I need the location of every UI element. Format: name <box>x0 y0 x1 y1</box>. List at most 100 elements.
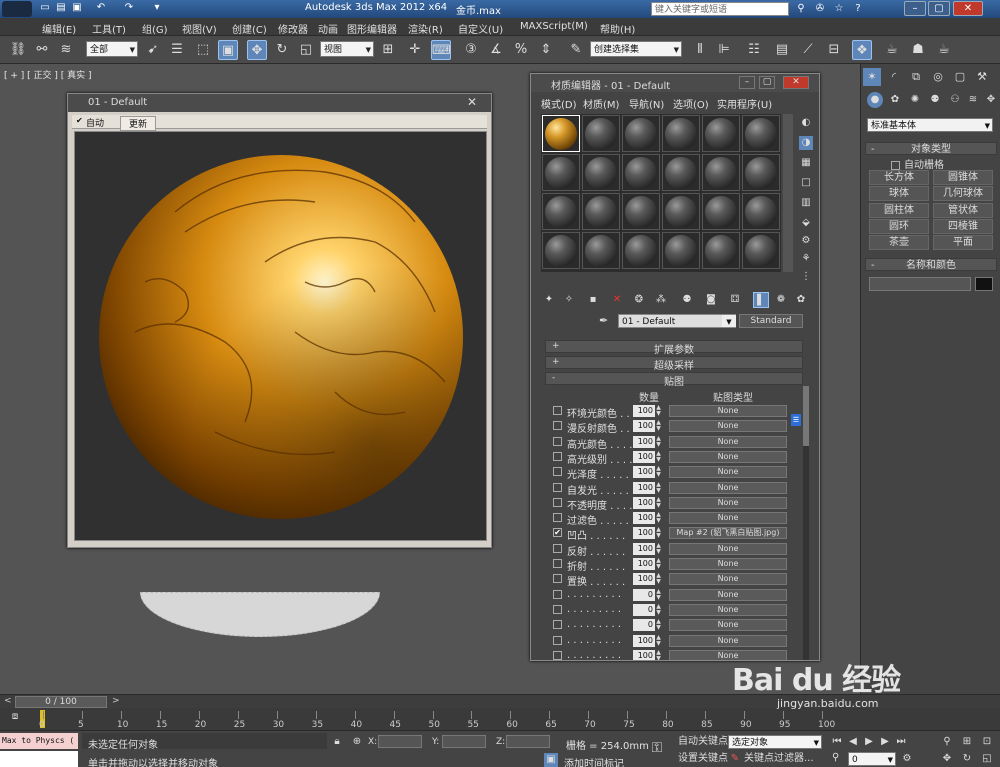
map-amount-spinner-icon[interactable]: ▲ ▼ <box>655 496 662 509</box>
map-amount-spinner-icon[interactable]: ▲ ▼ <box>655 450 662 463</box>
material-options-icon[interactable]: ⚙ <box>799 234 813 248</box>
zoom-icon[interactable]: ⚲ <box>940 735 954 749</box>
rollout-supersampling[interactable]: + 超级采样 <box>545 356 803 372</box>
maximize-button[interactable]: ▢ <box>928 1 950 16</box>
pick-from-object-icon[interactable]: ✿ <box>793 292 809 308</box>
mini-curve-editor-icon[interactable]: ⧈ <box>6 711 24 727</box>
map-enable-checkbox[interactable] <box>553 406 562 415</box>
edit-named-sets-icon[interactable]: ✎ <box>566 40 586 60</box>
lights-icon[interactable]: ✺ <box>907 92 923 108</box>
sample-slot[interactable] <box>582 232 620 269</box>
sample-slot[interactable] <box>742 115 780 152</box>
preview-canvas[interactable] <box>74 131 487 541</box>
auto-key-button[interactable]: 自动关键点 <box>678 735 728 749</box>
primitive-button[interactable]: 圆环 <box>869 218 929 234</box>
current-frame-field[interactable]: 0 <box>848 752 896 767</box>
named-selection-select[interactable]: 创建选择集 <box>590 41 682 58</box>
sample-slot[interactable] <box>662 115 700 152</box>
slot-scrollbar[interactable] <box>783 114 793 272</box>
space-warps-icon[interactable]: ≋ <box>965 92 981 108</box>
select-by-material-icon[interactable]: ⚘ <box>799 252 813 266</box>
star-icon[interactable]: ☆ <box>832 2 846 16</box>
maps-rollout-scroll-icon[interactable]: ☰ <box>791 414 801 426</box>
map-slot-button[interactable]: None <box>669 481 787 494</box>
render-setup-icon[interactable]: ☕ <box>882 40 902 60</box>
sample-slot[interactable] <box>542 232 580 269</box>
make-unique-icon[interactable]: ❂ <box>631 292 647 308</box>
select-object-icon[interactable]: ➹ <box>143 40 163 60</box>
auto-checkbox[interactable]: ✔ <box>76 116 83 125</box>
map-amount-spinner-icon[interactable]: ▲ ▼ <box>655 558 662 570</box>
pivot-center-icon[interactable]: ⊞ <box>378 40 398 60</box>
menu-help[interactable]: 帮助(H) <box>600 21 635 36</box>
map-slot-button[interactable]: None <box>669 542 787 555</box>
rendered-frame-icon[interactable]: ☗ <box>908 40 928 60</box>
go-to-end-icon[interactable]: ⏭ <box>894 735 908 749</box>
sample-slot[interactable] <box>662 193 700 230</box>
sample-type-icon[interactable]: ◐ <box>799 116 813 130</box>
map-slot-button[interactable]: None <box>669 512 787 525</box>
motion-tab-icon[interactable]: ◎ <box>929 68 947 86</box>
keyboard-shortcut-icon[interactable]: ⌨ <box>431 40 451 60</box>
sample-slot[interactable] <box>702 232 740 269</box>
map-enable-checkbox[interactable] <box>553 635 562 645</box>
map-amount-field[interactable]: 100 <box>633 558 655 570</box>
sample-slot[interactable] <box>582 193 620 230</box>
map-enable-checkbox[interactable] <box>553 650 562 660</box>
select-rotate-icon[interactable]: ↻ <box>272 40 292 60</box>
show-end-result-icon[interactable]: ⚃ <box>727 292 743 308</box>
schematic-view-icon[interactable]: ⊟ <box>824 40 844 60</box>
align-icon[interactable]: ⊫ <box>714 40 734 60</box>
display-tab-icon[interactable]: ▢ <box>951 68 969 86</box>
mat-menu-material[interactable]: 材质(M) <box>583 96 619 111</box>
menu-rendering[interactable]: 渲染(R) <box>408 21 443 36</box>
menu-maxscript[interactable]: MAXScript(M) <box>520 21 588 32</box>
map-amount-field[interactable]: 100 <box>633 420 655 433</box>
auto-grid-checkbox[interactable]: 自动栅格 <box>891 156 944 171</box>
map-slot-button[interactable]: None <box>669 435 787 448</box>
object-color-swatch[interactable] <box>975 277 993 291</box>
menu-create[interactable]: 创建(C) <box>232 21 267 36</box>
binoculars-icon[interactable]: ⚲ <box>794 2 808 16</box>
mirror-icon[interactable]: ⫴ <box>690 40 710 60</box>
eyedropper-icon[interactable]: ✒ <box>599 314 608 327</box>
sample-slot[interactable] <box>662 232 700 269</box>
select-by-name-icon[interactable]: ☰ <box>167 40 187 60</box>
sample-slot[interactable] <box>542 115 580 152</box>
menu-animation[interactable]: 动画 <box>318 21 338 36</box>
key-filters-button[interactable]: 关键点过滤器... <box>744 752 814 766</box>
sample-slot[interactable] <box>582 115 620 152</box>
map-enable-checkbox[interactable] <box>553 451 562 461</box>
preview-close-icon[interactable]: ✕ <box>467 95 477 109</box>
menu-modifiers[interactable]: 修改器 <box>278 21 308 36</box>
sample-slot[interactable] <box>702 154 740 191</box>
zoom-all-icon[interactable]: ⊞ <box>960 735 974 749</box>
map-amount-field[interactable]: 0 <box>633 619 655 632</box>
selection-lock-icon[interactable]: 🔒︎ <box>330 735 344 749</box>
material-type-button[interactable]: Standard <box>739 314 803 328</box>
z-coord-field[interactable] <box>506 735 550 748</box>
go-forward-sibling-icon[interactable]: ❁ <box>773 292 789 308</box>
map-slot-button[interactable]: None <box>669 558 787 570</box>
show-map-icon[interactable]: ◙ <box>703 292 719 308</box>
map-slot-button[interactable]: None <box>669 603 787 616</box>
map-amount-spinner-icon[interactable]: ▲ ▼ <box>655 573 662 585</box>
rollout-object-type[interactable]: - 对象类型 <box>865 142 997 155</box>
map-enable-checkbox[interactable] <box>553 559 562 568</box>
map-amount-spinner-icon[interactable]: ▲ ▼ <box>655 649 662 660</box>
map-enable-checkbox[interactable] <box>553 497 562 507</box>
select-scale-icon[interactable]: ◱ <box>296 40 316 60</box>
sample-slot[interactable] <box>582 154 620 191</box>
undo-icon[interactable]: ↶ <box>94 2 108 14</box>
map-enable-checkbox[interactable] <box>553 421 562 431</box>
preview-title-bar[interactable]: 01 - Default ✕ <box>68 94 491 112</box>
ref-coord-select[interactable]: 视图 <box>320 41 374 58</box>
get-material-icon[interactable]: ✦ <box>541 292 557 308</box>
map-amount-spinner-icon[interactable]: ▲ ▼ <box>655 405 662 417</box>
angle-snap-icon[interactable]: ∡ <box>486 40 506 60</box>
object-category-select[interactable]: 标准基本体 <box>867 118 993 133</box>
map-amount-spinner-icon[interactable]: ▲ ▼ <box>655 542 662 555</box>
map-amount-spinner-icon[interactable]: ▲ ▼ <box>655 466 662 478</box>
make-preview-icon[interactable]: ⬙ <box>799 216 813 230</box>
time-slider-thumb[interactable]: 0 / 100 <box>15 696 107 708</box>
